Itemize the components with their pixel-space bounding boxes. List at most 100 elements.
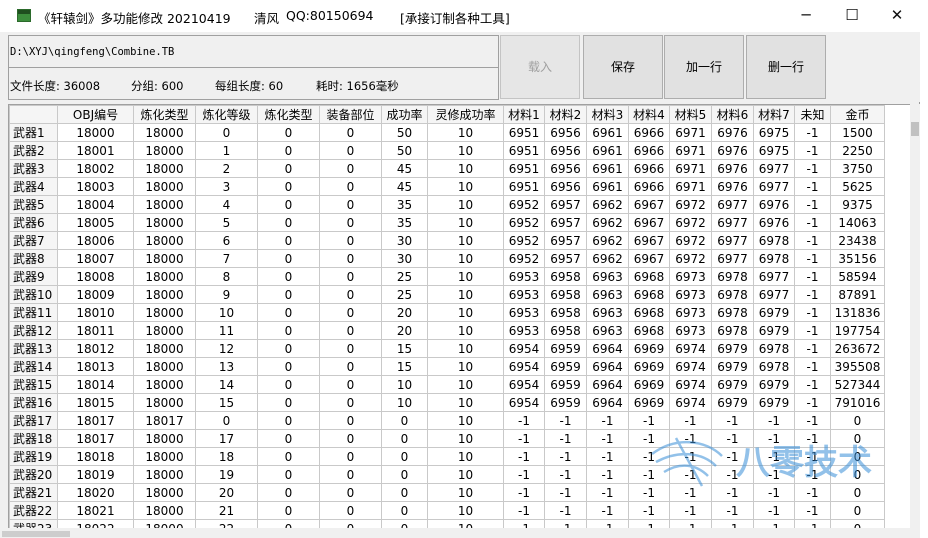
table-cell[interactable]: 6976 bbox=[753, 213, 795, 232]
table-cell[interactable]: 0 bbox=[319, 213, 382, 232]
table-cell[interactable]: 5 bbox=[195, 213, 258, 232]
row-header[interactable]: 武器13 bbox=[9, 339, 58, 358]
table-cell[interactable]: 6977 bbox=[753, 285, 795, 304]
table-cell[interactable]: -1 bbox=[794, 429, 831, 448]
table-cell[interactable]: 6963 bbox=[586, 303, 629, 322]
table-cell[interactable]: 6976 bbox=[711, 159, 754, 178]
table-cell[interactable]: 6958 bbox=[544, 321, 587, 340]
table-cell[interactable]: 18 bbox=[195, 447, 258, 466]
table-cell[interactable]: 6977 bbox=[753, 177, 795, 196]
table-cell[interactable]: 6954 bbox=[503, 393, 545, 412]
table-cell[interactable]: 10 bbox=[427, 321, 504, 340]
table-cell[interactable]: 10 bbox=[381, 393, 428, 412]
table-cell[interactable]: 18000 bbox=[133, 249, 196, 268]
table-cell[interactable]: 15 bbox=[381, 357, 428, 376]
row-header[interactable]: 武器22 bbox=[9, 501, 58, 520]
table-cell[interactable]: 6954 bbox=[503, 339, 545, 358]
table-cell[interactable]: 0 bbox=[830, 447, 885, 466]
table-cell[interactable]: 0 bbox=[257, 177, 320, 196]
table-cell[interactable]: 6973 bbox=[669, 267, 712, 286]
table-cell[interactable]: 18000 bbox=[133, 519, 196, 528]
table-cell[interactable]: 6956 bbox=[544, 141, 587, 160]
table-cell[interactable]: 35 bbox=[381, 195, 428, 214]
table-row[interactable]: 武器2 18001 18000 1 0 0 50 10 6951 6956 6961 6966 6971… bbox=[9, 141, 885, 160]
column-header[interactable]: 灵修成功率 bbox=[427, 105, 504, 124]
table-cell[interactable]: 6962 bbox=[586, 249, 629, 268]
table-cell[interactable]: -1 bbox=[794, 285, 831, 304]
table-cell[interactable]: 0 bbox=[319, 375, 382, 394]
table-cell[interactable]: -1 bbox=[711, 501, 754, 520]
table-cell[interactable]: -1 bbox=[586, 465, 629, 484]
row-header[interactable]: 武器19 bbox=[9, 447, 58, 466]
table-cell[interactable]: -1 bbox=[669, 483, 712, 502]
table-cell[interactable]: -1 bbox=[794, 195, 831, 214]
table-cell[interactable]: 6976 bbox=[711, 177, 754, 196]
corner-header[interactable] bbox=[9, 105, 58, 124]
table-cell[interactable]: 6969 bbox=[628, 375, 670, 394]
table-cell[interactable]: 5625 bbox=[830, 177, 885, 196]
row-header[interactable]: 武器1 bbox=[9, 123, 58, 142]
row-header[interactable]: 武器8 bbox=[9, 249, 58, 268]
table-cell[interactable]: 6962 bbox=[586, 231, 629, 250]
table-cell[interactable]: 6974 bbox=[669, 357, 712, 376]
table-cell[interactable]: -1 bbox=[503, 465, 545, 484]
table-cell[interactable]: -1 bbox=[794, 393, 831, 412]
table-cell[interactable]: 0 bbox=[257, 393, 320, 412]
table-cell[interactable]: 25 bbox=[381, 267, 428, 286]
table-cell[interactable]: 263672 bbox=[830, 339, 885, 358]
table-cell[interactable]: -1 bbox=[711, 465, 754, 484]
table-cell[interactable]: 6978 bbox=[711, 267, 754, 286]
table-cell[interactable]: -1 bbox=[794, 519, 831, 528]
table-cell[interactable]: -1 bbox=[794, 141, 831, 160]
table-cell[interactable]: 18000 bbox=[133, 375, 196, 394]
table-cell[interactable]: 0 bbox=[319, 501, 382, 520]
table-cell[interactable]: -1 bbox=[794, 465, 831, 484]
table-cell[interactable]: 14063 bbox=[830, 213, 885, 232]
table-cell[interactable]: 18022 bbox=[57, 519, 134, 528]
table-cell[interactable]: -1 bbox=[711, 429, 754, 448]
table-cell[interactable]: -1 bbox=[544, 411, 587, 430]
row-header[interactable]: 武器23 bbox=[9, 519, 58, 528]
table-cell[interactable]: 0 bbox=[257, 465, 320, 484]
table-cell[interactable]: 0 bbox=[381, 447, 428, 466]
table-cell[interactable]: -1 bbox=[586, 429, 629, 448]
table-cell[interactable]: 18000 bbox=[133, 285, 196, 304]
table-cell[interactable]: 6952 bbox=[503, 231, 545, 250]
table-cell[interactable]: -1 bbox=[753, 411, 795, 430]
table-cell[interactable]: 18000 bbox=[133, 303, 196, 322]
table-cell[interactable]: -1 bbox=[794, 375, 831, 394]
table-cell[interactable]: 6964 bbox=[586, 393, 629, 412]
row-header[interactable]: 武器7 bbox=[9, 231, 58, 250]
table-cell[interactable]: 18009 bbox=[57, 285, 134, 304]
table-cell[interactable]: -1 bbox=[753, 429, 795, 448]
table-cell[interactable]: 15 bbox=[195, 393, 258, 412]
table-cell[interactable]: 6973 bbox=[669, 303, 712, 322]
table-cell[interactable]: 6966 bbox=[628, 177, 670, 196]
table-cell[interactable]: 6975 bbox=[753, 123, 795, 142]
table-cell[interactable]: 18000 bbox=[133, 159, 196, 178]
table-cell[interactable]: 6971 bbox=[669, 159, 712, 178]
table-cell[interactable]: 6969 bbox=[628, 393, 670, 412]
table-row[interactable]: 武器13 18012 18000 12 0 0 15 10 6954 6959 6964 6969 69… bbox=[9, 339, 885, 358]
table-cell[interactable]: 0 bbox=[319, 393, 382, 412]
table-cell[interactable]: -1 bbox=[794, 447, 831, 466]
add-row-button[interactable]: 加一行 bbox=[664, 35, 744, 99]
table-cell[interactable]: 18000 bbox=[133, 123, 196, 142]
row-header[interactable]: 武器5 bbox=[9, 195, 58, 214]
table-cell[interactable]: 6979 bbox=[711, 393, 754, 412]
table-cell[interactable]: 18000 bbox=[133, 357, 196, 376]
table-cell[interactable]: 18013 bbox=[57, 357, 134, 376]
table-cell[interactable]: 10 bbox=[427, 339, 504, 358]
table-cell[interactable]: 0 bbox=[257, 519, 320, 528]
table-cell[interactable]: 6971 bbox=[669, 141, 712, 160]
table-cell[interactable]: -1 bbox=[586, 501, 629, 520]
table-cell[interactable]: 1500 bbox=[830, 123, 885, 142]
table-cell[interactable]: 395508 bbox=[830, 357, 885, 376]
table-cell[interactable]: -1 bbox=[669, 519, 712, 528]
table-row[interactable]: 武器8 18007 18000 7 0 0 30 10 6952 6957 6962 6967 6972… bbox=[9, 249, 885, 268]
column-header[interactable]: 未知 bbox=[794, 105, 831, 124]
table-cell[interactable]: -1 bbox=[711, 447, 754, 466]
table-cell[interactable]: -1 bbox=[753, 483, 795, 502]
table-cell[interactable]: 6972 bbox=[669, 231, 712, 250]
table-cell[interactable]: 0 bbox=[319, 195, 382, 214]
